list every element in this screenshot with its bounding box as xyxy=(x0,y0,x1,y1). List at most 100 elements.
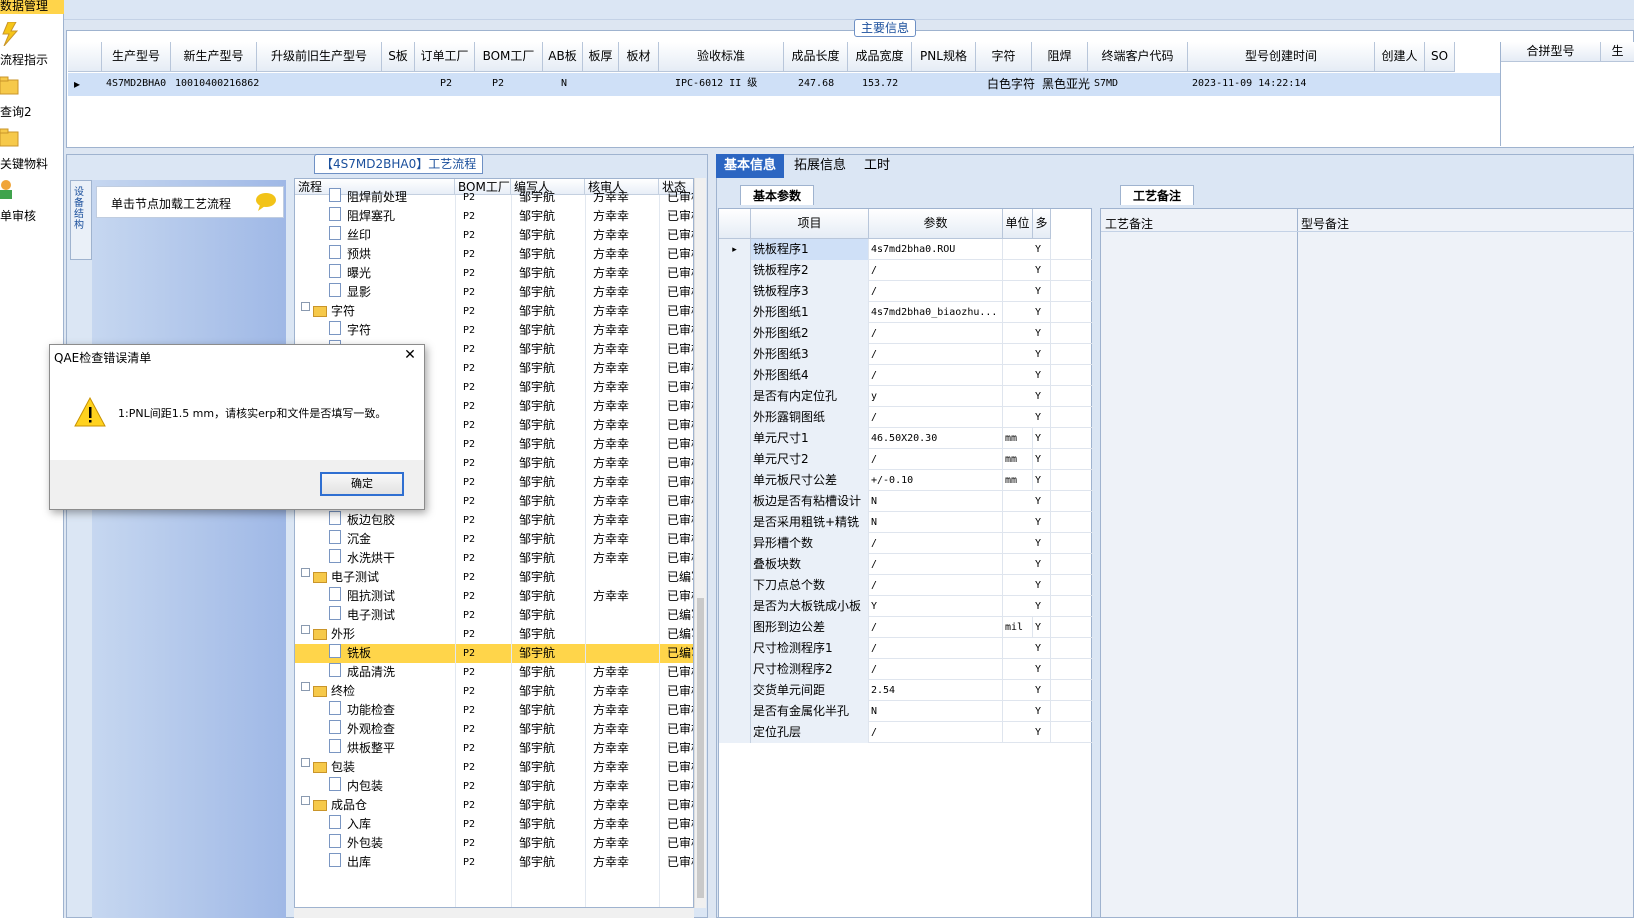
side-tab-equipment[interactable]: 设备结构 xyxy=(70,180,92,260)
collapse-toggle-icon[interactable]: − xyxy=(301,302,310,311)
tab-extended-info[interactable]: 拓展信息 xyxy=(786,154,854,178)
row-indicator[interactable] xyxy=(719,659,751,680)
col-header[interactable]: 生 xyxy=(1601,42,1634,62)
collapse-toggle-icon[interactable]: − xyxy=(301,796,310,805)
param-row[interactable]: 单元尺寸1 46.50X20.30 mm Y xyxy=(719,428,1093,449)
cell-param[interactable]: Y xyxy=(869,596,1003,617)
col-header[interactable]: 单位 xyxy=(1003,209,1033,239)
tree-row[interactable]: 电子测试 P2 邹宇航 已编写 xyxy=(295,606,693,625)
row-indicator[interactable] xyxy=(719,701,751,722)
cell-param[interactable]: / xyxy=(869,554,1003,575)
tree-row[interactable]: 阻焊前处理 P2 邹宇航 方幸幸 已审核 xyxy=(295,188,693,207)
col-header[interactable]: 字符 xyxy=(976,42,1032,72)
tree-row[interactable]: − 电子测试 P2 邹宇航 已编写 xyxy=(295,568,693,587)
row-indicator[interactable] xyxy=(719,533,751,554)
process-remark-textarea[interactable] xyxy=(1103,233,1293,913)
tree-row[interactable]: 铣板 P2 邹宇航 已编写 xyxy=(295,644,693,663)
tree-row[interactable]: 外包装 P2 邹宇航 方幸幸 已审核 xyxy=(295,834,693,853)
row-indicator[interactable] xyxy=(719,596,751,617)
param-row[interactable]: 图形到边公差 / mil Y xyxy=(719,617,1093,638)
param-row[interactable]: 铣板程序3/ Y xyxy=(719,281,1093,302)
close-icon[interactable]: ✕ xyxy=(400,347,420,363)
param-row[interactable]: ▸ 铣板程序1 4s7md2bha0.ROU Y xyxy=(719,239,1093,260)
cell-param[interactable]: / xyxy=(869,260,1003,281)
scrollbar-thumb[interactable] xyxy=(697,598,704,898)
col-header[interactable]: 订单工厂 xyxy=(415,42,475,72)
tree-horizontal-scrollbar[interactable] xyxy=(294,908,694,918)
tree-row[interactable]: 外观检查 P2 邹宇航 方幸幸 已审核 xyxy=(295,720,693,739)
nav-item-key-material[interactable]: 关键物料 xyxy=(0,126,64,176)
param-row[interactable]: 是否有金属化半孔 N Y xyxy=(719,701,1093,722)
row-indicator[interactable] xyxy=(719,344,751,365)
cell-param[interactable]: 4s7md2bha0_biaozhu... xyxy=(869,302,1003,323)
nav-item-flow-indicator[interactable]: 流程指示 xyxy=(0,22,64,72)
row-indicator[interactable] xyxy=(719,449,751,470)
nav-item-query2[interactable]: 查询2 xyxy=(0,74,64,124)
cell-param[interactable]: 46.50X20.30 xyxy=(869,428,1003,449)
tree-row[interactable]: 阻抗测试 P2 邹宇航 方幸幸 已审核 xyxy=(295,587,693,606)
tree-row[interactable]: 烘板整平 P2 邹宇航 方幸幸 已审核 xyxy=(295,739,693,758)
cell-param[interactable]: y xyxy=(869,386,1003,407)
row-indicator[interactable] xyxy=(719,428,751,449)
tree-row[interactable]: − 包装 P2 邹宇航 方幸幸 已审核 xyxy=(295,758,693,777)
cell-param[interactable]: / xyxy=(869,722,1003,743)
tree-row[interactable]: 入库 P2 邹宇航 方幸幸 已审核 xyxy=(295,815,693,834)
tree-row[interactable]: 内包装 P2 邹宇航 方幸幸 已审核 xyxy=(295,777,693,796)
col-header[interactable]: 终端客户代码 xyxy=(1088,42,1188,72)
col-header[interactable]: SO xyxy=(1425,42,1455,72)
row-indicator[interactable] xyxy=(719,554,751,575)
row-indicator[interactable] xyxy=(719,323,751,344)
cell-param[interactable]: N xyxy=(869,701,1003,722)
param-row[interactable]: 是否有内定位孔 y Y xyxy=(719,386,1093,407)
param-row[interactable]: 下刀点总个数 / Y xyxy=(719,575,1093,596)
param-row[interactable]: 外形图纸4/ Y xyxy=(719,365,1093,386)
row-indicator[interactable] xyxy=(719,365,751,386)
col-header[interactable]: S板 xyxy=(382,42,415,72)
cell-param[interactable]: / xyxy=(869,659,1003,680)
cell-param[interactable]: 4s7md2bha0.ROU xyxy=(869,239,1003,260)
col-header[interactable]: 生产型号 xyxy=(102,42,171,72)
tree-row[interactable]: 阻焊塞孔 P2 邹宇航 方幸幸 已审核 xyxy=(295,207,693,226)
param-row[interactable]: 尺寸检测程序1/ Y xyxy=(719,638,1093,659)
tree-row[interactable]: 沉金 P2 邹宇航 方幸幸 已审核 xyxy=(295,530,693,549)
cell-param[interactable]: / xyxy=(869,323,1003,344)
collapse-toggle-icon[interactable]: − xyxy=(301,625,310,634)
nav-header[interactable]: 数据管理 xyxy=(0,0,64,14)
cell-param[interactable]: / xyxy=(869,638,1003,659)
row-indicator[interactable] xyxy=(719,638,751,659)
tree-row[interactable]: 字符 P2 邹宇航 方幸幸 已审核 xyxy=(295,321,693,340)
param-row[interactable]: 尺寸检测程序2/ Y xyxy=(719,659,1093,680)
col-header[interactable]: AB板 xyxy=(543,42,583,72)
row-indicator[interactable] xyxy=(719,407,751,428)
col-header[interactable]: 成品长度 xyxy=(784,42,848,72)
tree-row[interactable]: 预烘 P2 邹宇航 方幸幸 已审核 xyxy=(295,245,693,264)
col-header[interactable]: 参数 xyxy=(869,209,1003,239)
param-row[interactable]: 外形图纸1 4s7md2bha0_biaozhu... Y xyxy=(719,302,1093,323)
cell-param[interactable]: / xyxy=(869,281,1003,302)
tree-row[interactable]: − 终检 P2 邹宇航 方幸幸 已审核 xyxy=(295,682,693,701)
tree-row[interactable]: 曝光 P2 邹宇航 方幸幸 已审核 xyxy=(295,264,693,283)
row-indicator[interactable] xyxy=(719,722,751,743)
param-row[interactable]: 定位孔层 / Y xyxy=(719,722,1093,743)
tree-row[interactable]: 显影 P2 邹宇航 方幸幸 已审核 xyxy=(295,283,693,302)
col-header[interactable]: 阻焊 xyxy=(1032,42,1088,72)
table-row-selected[interactable]: ▸ 4S7MD2BHA0 10010400216862 P2 P2 N IPC-… xyxy=(68,73,1500,96)
tree-row[interactable]: − 外形 P2 邹宇航 已编写 xyxy=(295,625,693,644)
row-indicator[interactable] xyxy=(719,491,751,512)
nav-item-review[interactable]: 单审核 xyxy=(0,178,64,228)
row-pointer-icon[interactable]: ▸ xyxy=(719,239,751,260)
tab-basic-params[interactable]: 基本参数 xyxy=(740,185,815,205)
col-header[interactable]: 合拼型号 xyxy=(1501,42,1601,62)
param-row[interactable]: 单元板尺寸公差 +/-0.10 mm Y xyxy=(719,470,1093,491)
param-row[interactable]: 铣板程序2/ Y xyxy=(719,260,1093,281)
col-header[interactable]: BOM工厂 xyxy=(475,42,543,72)
row-indicator[interactable] xyxy=(719,617,751,638)
col-header[interactable]: 板厚 xyxy=(583,42,619,72)
param-row[interactable]: 外形露铜图纸 / Y xyxy=(719,407,1093,428)
cell-param[interactable]: N xyxy=(869,512,1003,533)
tree-row[interactable]: 水洗烘干 P2 邹宇航 方幸幸 已审核 xyxy=(295,549,693,568)
tree-row[interactable]: − 成品仓 P2 邹宇航 方幸幸 已审核 xyxy=(295,796,693,815)
cell-param[interactable]: / xyxy=(869,449,1003,470)
collapse-toggle-icon[interactable]: − xyxy=(301,682,310,691)
cell-param[interactable]: 2.54 xyxy=(869,680,1003,701)
